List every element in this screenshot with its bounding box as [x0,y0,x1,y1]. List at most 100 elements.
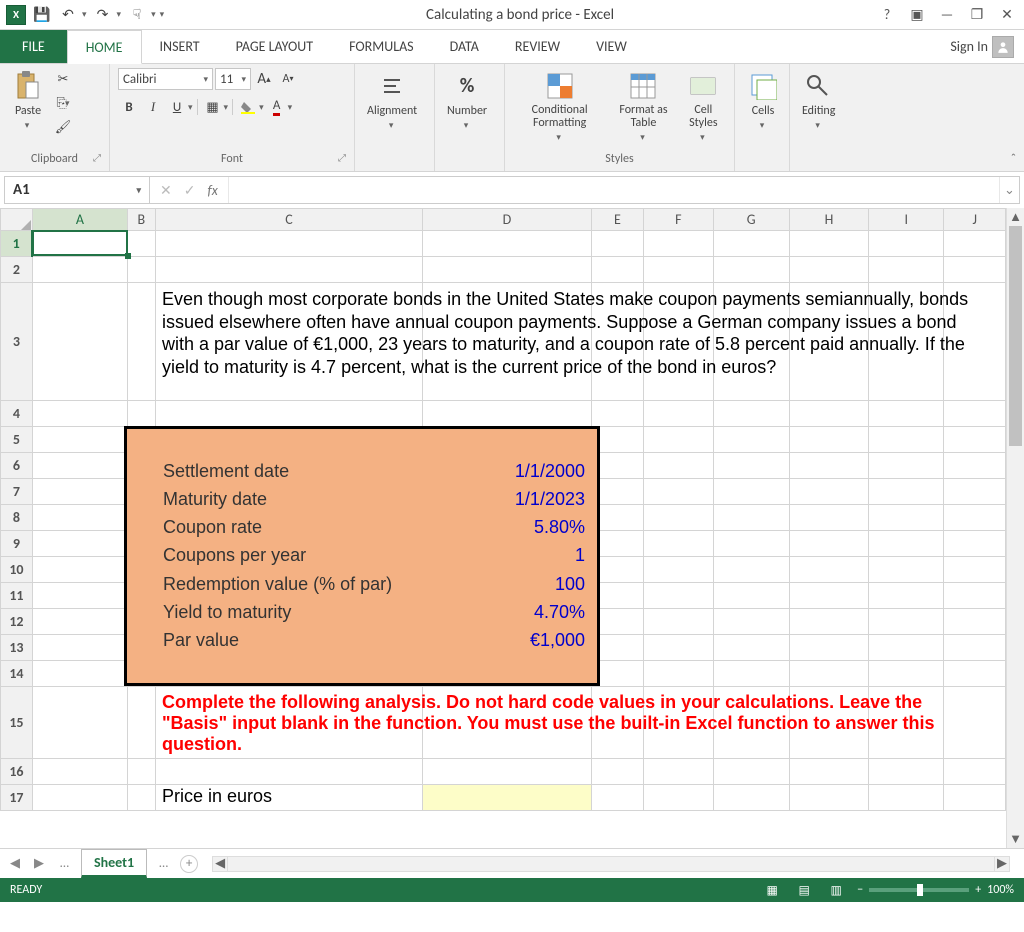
tab-file[interactable]: FILE [0,30,67,63]
tab-view[interactable]: VIEW [578,30,645,63]
page-break-view-icon[interactable]: ▥ [825,881,847,899]
avatar-icon [992,36,1014,58]
hscroll-left-icon[interactable]: ◀ [212,856,228,872]
touch-mode-icon[interactable]: ☟ [127,5,147,25]
paste-button[interactable]: Paste ▾ [8,68,48,133]
sign-in-label: Sign In [950,38,988,55]
title-bar: X 💾 ↶▾ ↷▾ ☟▾ ▾ Calculating a bond price … [0,0,1024,30]
new-sheet-button[interactable]: + [180,855,198,873]
problem-text: Even though most corporate bonds in the … [156,284,996,382]
format-table-icon [627,70,659,102]
fill-color-icon[interactable] [237,96,259,118]
conditional-formatting-icon [544,70,576,102]
tab-formulas[interactable]: FORMULAS [331,30,432,63]
spreadsheet-grid[interactable]: ABCDEFGHIJ1234567891011121314151617 Even… [0,208,1006,848]
tab-scroll-left-icon[interactable]: ◀ [6,856,24,871]
editing-button[interactable]: Editing▾ [798,68,839,133]
scroll-up-icon[interactable]: ▲ [1007,208,1024,226]
collapse-ribbon-icon[interactable]: ˆ [1003,148,1024,171]
scroll-thumb[interactable] [1009,226,1022,446]
scroll-down-icon[interactable]: ▼ [1007,830,1024,848]
fmt-table-label: Format as Table [614,104,672,130]
undo-icon[interactable]: ↶ [58,5,78,25]
editing-label: Editing [802,104,835,118]
tab-page-layout[interactable]: PAGE LAYOUT [218,30,331,63]
bold-button[interactable]: B [118,96,140,118]
font-name-combo[interactable]: Calibri▾ [118,68,213,90]
tab-insert[interactable]: INSERT [142,30,218,63]
cond-fmt-label: Conditional Formatting [517,104,602,130]
format-painter-icon[interactable]: 🖌 [52,116,74,138]
formula-bar: A1▾ ✕ ✓ fx ⌄ [4,176,1020,204]
input-data-box: Settlement date1/1/2000Maturity date1/1/… [124,426,600,686]
normal-view-icon[interactable]: ▦ [761,881,783,899]
tab-data[interactable]: DATA [432,30,497,63]
cell-styles-icon [687,70,719,102]
zoom-control[interactable]: −+ 100% [857,883,1014,897]
underline-button[interactable]: U [166,96,188,118]
ribbon: Paste ▾ ✂ ⎘▾ 🖌 Clipboard ⤢ Calibri▾ 11▾ A… [0,64,1024,172]
copy-icon[interactable]: ⎘▾ [52,92,74,114]
group-font: Font [221,152,243,166]
cancel-formula-icon[interactable]: ✕ [156,182,176,199]
tab-scroll-right-icon[interactable]: ▶ [30,856,48,871]
paste-icon [12,70,44,102]
status-bar: READY ▦ ▤ ▥ −+ 100% [0,878,1024,902]
font-color-icon[interactable]: A [266,96,288,118]
cut-icon[interactable]: ✂ [52,68,74,90]
number-label: Number [447,104,487,118]
decrease-font-icon[interactable]: A▾ [277,68,299,90]
percent-icon: % [451,70,483,102]
minimize-icon[interactable]: — [936,4,958,26]
ribbon-tab-bar: FILE HOME INSERT PAGE LAYOUT FORMULAS DA… [0,30,1024,64]
italic-button[interactable]: I [142,96,164,118]
vertical-scrollbar[interactable]: ▲ ▼ [1006,208,1024,848]
sign-in-button[interactable]: Sign In [940,30,1024,63]
instruction-text: Complete the following analysis. Do not … [156,688,996,759]
help-icon[interactable]: ? [876,4,898,26]
alignment-label: Alignment [367,104,417,118]
cell-styles-button[interactable]: Cell Styles▾ [681,68,726,145]
fill-handle[interactable] [125,253,131,259]
name-box[interactable]: A1▾ [5,177,150,203]
redo-icon[interactable]: ↷ [93,5,113,25]
group-styles: Styles [605,152,633,166]
expand-formula-bar-icon[interactable]: ⌄ [999,177,1019,203]
format-as-table-button[interactable]: Format as Table▾ [610,68,676,145]
cell-styles-label: Cell Styles [685,104,722,130]
status-ready: READY [10,883,42,897]
maximize-icon[interactable]: ❐ [966,4,988,26]
number-button[interactable]: % Number ▾ [443,68,491,133]
editing-icon [803,70,835,102]
page-layout-view-icon[interactable]: ▤ [793,881,815,899]
font-size-combo[interactable]: 11▾ [215,68,251,90]
increase-font-icon[interactable]: A▴ [253,68,275,90]
group-clipboard: Clipboard [31,152,78,166]
hscroll-right-icon[interactable]: ▶ [994,856,1010,872]
tab-home[interactable]: HOME [67,30,142,64]
cells-icon [747,70,779,102]
horizontal-scrollbar[interactable]: ◀ ▶ [212,856,1010,872]
ribbon-display-icon[interactable]: ▣ [906,4,928,26]
insert-function-icon[interactable]: fx [203,182,221,199]
alignment-button[interactable]: Alignment ▾ [363,68,421,133]
zoom-level: 100% [987,883,1014,897]
sheet-tab-sheet1[interactable]: Sheet1 [81,849,147,878]
price-label: Price in euros [156,786,272,807]
borders-icon[interactable]: ▦ [202,96,224,118]
close-icon[interactable]: ✕ [996,4,1018,26]
save-icon[interactable]: 💾 [32,5,52,25]
sheet-tab-bar: ◀ ▶ … Sheet1 … + ◀ ▶ [0,848,1024,878]
paste-label: Paste [15,104,41,118]
tab-more-icon[interactable]: … [54,856,75,871]
cells-label: Cells [752,104,775,118]
cells-button[interactable]: Cells▾ [743,68,783,133]
font-launcher-icon[interactable]: ⤢ [338,148,346,168]
tab-review[interactable]: REVIEW [497,30,578,63]
conditional-formatting-button[interactable]: Conditional Formatting▾ [513,68,606,145]
window-title: Calculating a bond price - Excel [164,6,876,24]
enter-formula-icon[interactable]: ✓ [180,182,200,199]
clipboard-launcher-icon[interactable]: ⤢ [93,148,101,168]
formula-input[interactable] [229,177,999,203]
alignment-icon [376,70,408,102]
